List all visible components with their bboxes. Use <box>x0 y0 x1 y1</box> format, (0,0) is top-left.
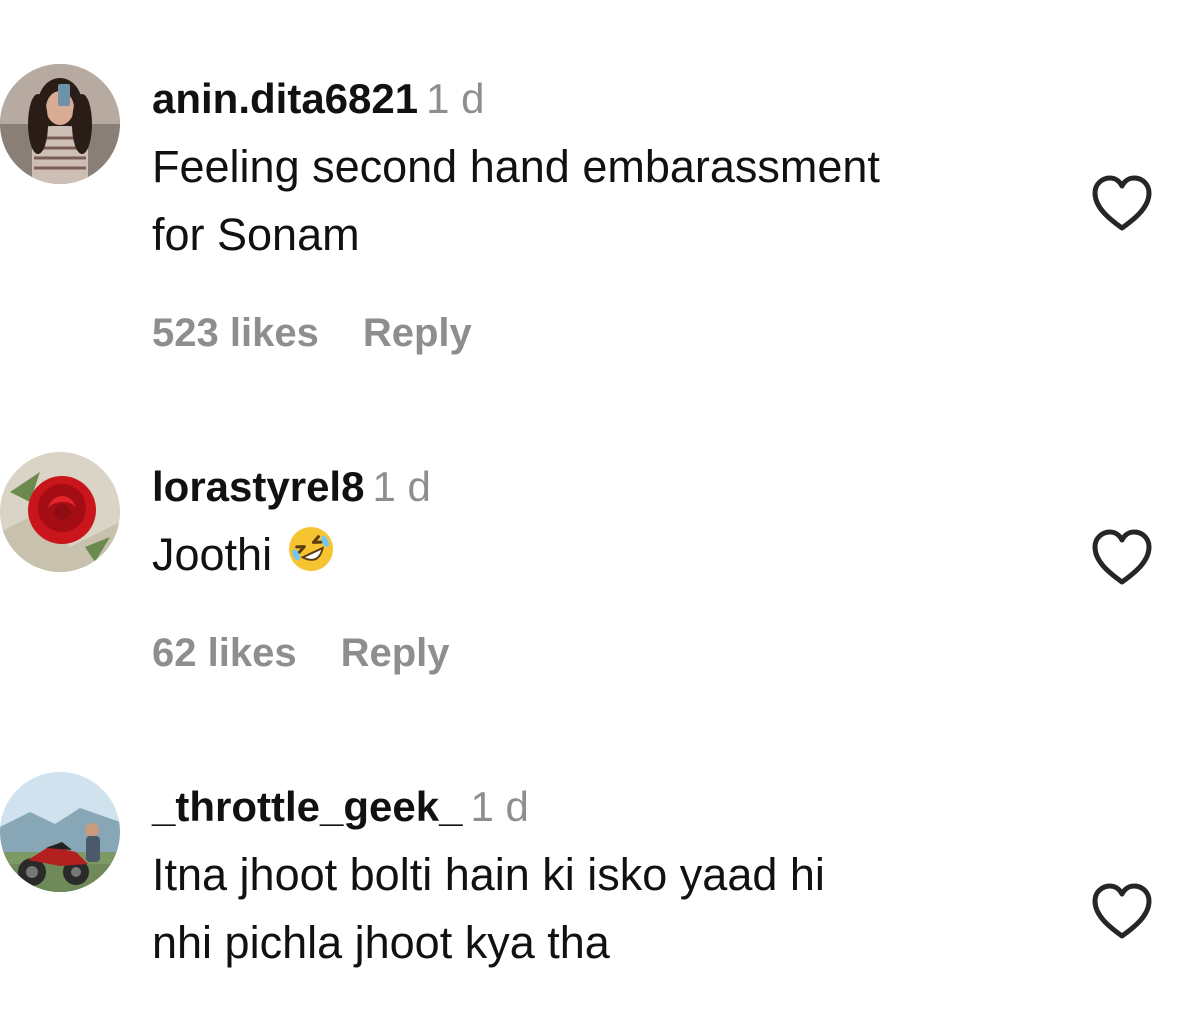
comment-username[interactable]: anin.dita6821 <box>152 75 418 122</box>
reply-button[interactable]: Reply <box>363 311 472 355</box>
comment-text: Itna jhoot bolti hain ki isko yaad hi nh… <box>152 841 1072 977</box>
comment-timestamp: 1 d <box>426 75 485 122</box>
heart-outline-icon[interactable] <box>1090 174 1154 234</box>
comment-item: anin.dita6821 1 d Feeling second hand emb… <box>0 0 1200 400</box>
heart-outline-icon[interactable] <box>1090 528 1154 588</box>
user-avatar[interactable] <box>0 64 120 184</box>
comment-timestamp: 1 d <box>470 783 529 830</box>
comment-text: Feeling second hand embarassment for Son… <box>152 133 1072 269</box>
comment-item: _throttle_geek_ 1 d Itna jhoot bolti hain… <box>0 720 1200 1022</box>
comment-text-line: Feeling second hand embarassment <box>152 141 880 192</box>
comment-username[interactable]: lorastyrel8 <box>152 463 364 510</box>
comment-meta: 523 likes Reply <box>152 308 472 358</box>
comment-text-line: for Sonam <box>152 209 360 260</box>
user-avatar[interactable] <box>0 772 120 892</box>
comment-text-line: Joothi <box>152 529 273 580</box>
reply-button[interactable]: Reply <box>341 631 450 675</box>
comment-meta: 62 likes Reply <box>152 628 450 678</box>
user-avatar[interactable] <box>0 452 120 572</box>
comment-header: lorastyrel8 1 d <box>152 462 431 512</box>
comment-text: Joothi <box>152 521 1072 593</box>
rolling-on-floor-laughing-emoji <box>286 524 336 593</box>
likes-count[interactable]: 523 likes <box>152 311 319 355</box>
comment-username[interactable]: _throttle_geek_ <box>152 783 462 830</box>
comment-item: lorastyrel8 1 d Joothi 62 likes Reply <box>0 400 1200 720</box>
heart-outline-icon[interactable] <box>1090 882 1154 942</box>
comment-header: anin.dita6821 1 d <box>152 74 485 124</box>
likes-count[interactable]: 62 likes <box>152 631 297 675</box>
comment-header: _throttle_geek_ 1 d <box>152 782 529 832</box>
comment-timestamp: 1 d <box>372 463 431 510</box>
comment-text-line: nhi pichla jhoot kya tha <box>152 917 610 968</box>
comment-text-line: Itna jhoot bolti hain ki isko yaad hi <box>152 849 825 900</box>
